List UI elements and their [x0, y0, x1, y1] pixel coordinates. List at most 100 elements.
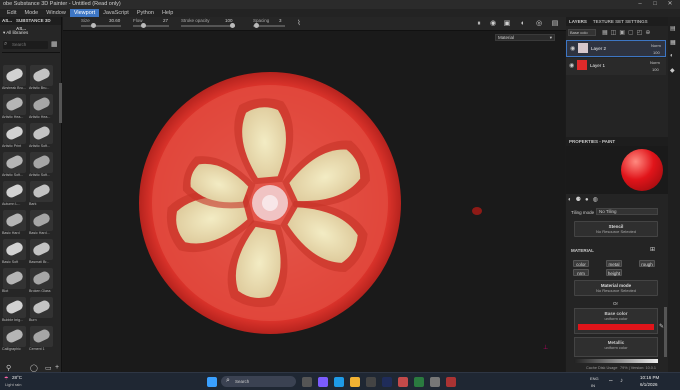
layer-opacity[interactable]: 100 — [652, 67, 659, 72]
brush-preset[interactable]: Broken Glass — [29, 268, 55, 295]
brush-preset[interactable]: Artistic Print — [2, 123, 28, 150]
brush-preset[interactable]: Basic Soft — [2, 239, 28, 266]
clock-date[interactable]: 6/1/2026 — [640, 382, 658, 387]
size-slider[interactable] — [81, 23, 121, 28]
layer-actions-icons[interactable]: ▦◫▣▢◰⊕ — [602, 29, 662, 36]
app-icon-3[interactable] — [446, 377, 456, 387]
start-icon[interactable] — [207, 377, 217, 387]
brush-preset[interactable]: Blot — [2, 268, 28, 295]
brush-preset[interactable]: Burn — [29, 297, 55, 324]
clock-time[interactable]: 10:16 PM — [640, 375, 659, 380]
menu-mode[interactable]: Mode — [20, 9, 42, 17]
display-settings-icon[interactable]: ◐ — [670, 53, 674, 59]
brush-preset[interactable]: Cement 1 — [29, 326, 55, 353]
app-icon[interactable] — [398, 377, 408, 387]
layer-blend[interactable]: Norm — [651, 43, 661, 48]
metallic-slider[interactable] — [574, 359, 658, 363]
tab-texture-set-settings[interactable]: TEXTURE SET SETTINGS — [590, 17, 651, 26]
texture-set-icon[interactable]: ▦ — [670, 39, 676, 46]
chat-icon[interactable] — [318, 377, 328, 387]
brush-preset[interactable]: Airstreak Bru... — [2, 65, 28, 92]
brush-preset[interactable]: Bark — [29, 181, 55, 208]
weather-temp[interactable]: 28°C — [12, 375, 22, 380]
stroke-opacity-slider[interactable] — [181, 23, 235, 28]
brush-preset[interactable]: Basmati Br... — [29, 239, 55, 266]
shader-settings-icon[interactable]: ◆ — [670, 67, 675, 74]
channel-select[interactable]: Base colo — [568, 29, 596, 36]
brush-preset[interactable]: Artistic Soft... — [29, 123, 55, 150]
channel-height-toggle[interactable]: height — [606, 269, 622, 276]
menu-python[interactable]: Python — [133, 9, 158, 17]
layer-opacity[interactable]: 100 — [653, 50, 660, 55]
network-icon[interactable]: ⌔ — [608, 378, 614, 386]
display-icon[interactable]: ◐ — [519, 20, 527, 28]
eye-icon[interactable]: ◉ — [570, 45, 575, 52]
flow-slider[interactable] — [133, 23, 169, 28]
filter-icon[interactable]: ⚲ — [6, 364, 11, 372]
pause-icon[interactable]: ⏸ — [475, 20, 483, 28]
menu-window[interactable]: Window — [42, 9, 70, 17]
properties-scrollbar[interactable] — [664, 307, 667, 357]
menu-javascript[interactable]: JavaScript — [99, 9, 133, 17]
weather-desc[interactable]: Light rain — [5, 382, 21, 387]
base-color-swatch[interactable] — [578, 324, 654, 330]
brush-preset[interactable]: Artistic Soft... — [2, 152, 28, 179]
layer-row-layer-2[interactable]: ◉ Layer 2 Norm 100 — [566, 40, 666, 57]
folder-icon[interactable]: ▭ — [45, 364, 52, 372]
spacing-value[interactable]: 3 — [279, 18, 282, 23]
library-filter[interactable]: ▾ All libraries — [3, 30, 28, 36]
material-settings-icon[interactable]: ⊞ — [650, 246, 655, 253]
region-indicator[interactable]: IN — [591, 383, 595, 388]
stencil-slot[interactable]: Stencil No Resource Selected — [574, 221, 658, 237]
brush-preset[interactable]: Calligraphic — [2, 326, 28, 353]
close-icon[interactable]: ✕ — [660, 0, 680, 9]
menu-viewport[interactable]: Viewport — [69, 9, 100, 17]
layer-blend[interactable]: Norm — [650, 60, 660, 65]
grid-view-icon[interactable]: ▦ — [51, 41, 59, 49]
brush-preset[interactable]: Artistic Soft... — [29, 152, 55, 179]
store-icon[interactable] — [366, 377, 376, 387]
camera-icon[interactable]: ◉ — [489, 20, 497, 28]
layers-panel-icon[interactable]: ▤ — [670, 25, 676, 32]
tab-layers[interactable]: LAYERS — [566, 17, 590, 26]
file-explorer-icon[interactable] — [350, 377, 360, 387]
tab-substance-assets[interactable]: SUBSTANCE 3D AS... — [14, 17, 61, 31]
menu-edit[interactable]: Edit — [3, 9, 20, 17]
channel-nrm-toggle[interactable]: nrm — [573, 269, 589, 276]
tab-assets[interactable]: AS... — [0, 17, 14, 25]
flow-value[interactable]: 27 — [163, 18, 168, 23]
app-icon-2[interactable] — [430, 377, 440, 387]
brush-preset[interactable]: Basic Hard — [2, 210, 28, 237]
stroke-settings-icon[interactable]: ⌇ — [295, 20, 303, 28]
render-icon[interactable]: ◎ — [535, 20, 543, 28]
screenshot-icon[interactable]: ▣ — [503, 20, 511, 28]
size-value[interactable]: 30.60 — [109, 18, 120, 23]
brush-preset[interactable]: Basic Hard... — [29, 210, 55, 237]
brush-preset[interactable]: Bubble brig... — [2, 297, 28, 324]
channel-color-toggle[interactable]: color — [573, 260, 589, 267]
channel-rough-toggle[interactable]: rough — [639, 260, 655, 267]
import-icon[interactable]: ◯ — [30, 364, 38, 372]
shelf-scrollbar[interactable] — [59, 83, 62, 123]
channel-metal-toggle[interactable]: metal — [606, 260, 622, 267]
material-mode-slot[interactable]: Material mode No Resource Selected — [574, 280, 658, 296]
task-view-icon[interactable] — [302, 377, 312, 387]
menu-help[interactable]: Help — [158, 9, 177, 17]
tiling-mode-select[interactable]: No Tiling — [596, 208, 658, 215]
edge-icon[interactable] — [334, 377, 344, 387]
volume-icon[interactable]: ♪ — [620, 378, 623, 384]
add-icon[interactable]: + — [55, 364, 59, 371]
eye-icon[interactable]: ◉ — [569, 62, 574, 69]
brush-preset[interactable]: Autumn L... — [2, 181, 28, 208]
viewport[interactable]: Material ▾ ⊥ — [63, 31, 565, 372]
brush-preset[interactable]: Artistic Bru... — [29, 65, 55, 92]
search-input[interactable]: ⌕ Search — [3, 41, 48, 49]
taskbar-search[interactable]: ⌕ Search — [221, 376, 296, 387]
view-settings-icon[interactable]: ▤ — [551, 20, 559, 28]
brush-preset[interactable]: Artistic Hea... — [2, 94, 28, 121]
photoshop-icon[interactable] — [382, 377, 392, 387]
spacing-slider[interactable] — [253, 23, 285, 28]
property-tabs[interactable]: ◐⚈●◍ — [568, 196, 664, 204]
substance-painter-icon[interactable] — [414, 377, 424, 387]
language-indicator[interactable]: ENG — [590, 376, 599, 381]
